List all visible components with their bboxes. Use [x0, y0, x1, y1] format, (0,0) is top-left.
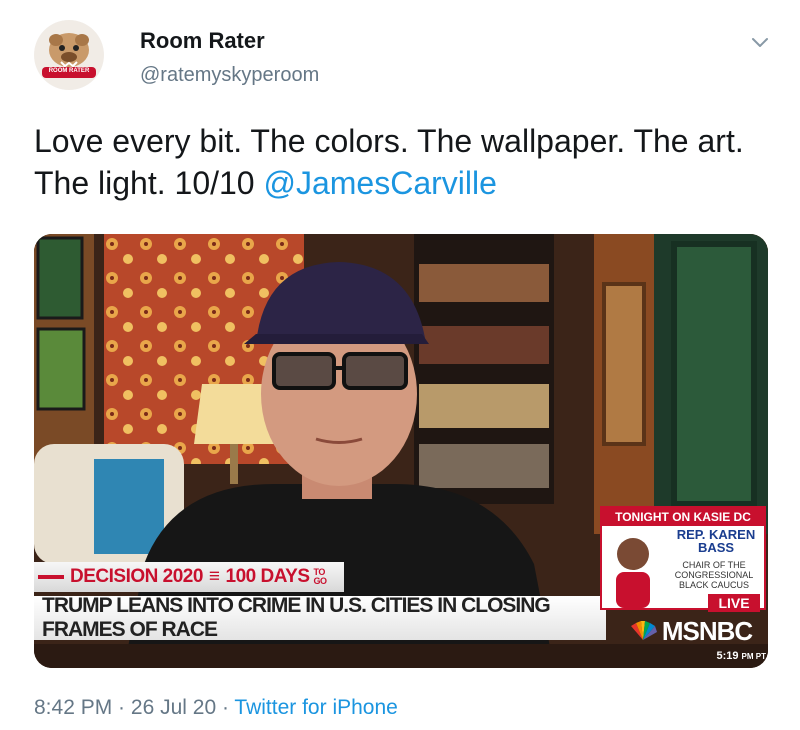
promo-sub: CHAIR OF THE CONGRESSIONAL BLACK CAUCUS — [674, 560, 754, 590]
network-logo: MSNBC — [610, 614, 768, 648]
avatar-banner-text: ROOM RATER — [48, 68, 90, 74]
chyron-headline: TRUMP LEANS INTO CRIME IN U.S. CITIES IN… — [34, 594, 606, 641]
author-handle[interactable]: @ratemyskyperoom — [140, 64, 319, 87]
clock-time: 5:19 — [716, 650, 739, 662]
promo-header: TONIGHT ON KASIE DC — [602, 508, 764, 526]
chyron-days: 100 DAYS — [225, 566, 311, 587]
tweet-meta: 8:42 PM · 26 Jul 20 · Twitter for iPhone — [34, 696, 398, 720]
meta-separator: · — [112, 696, 131, 719]
network-name: MSNBC — [661, 615, 753, 646]
chyron-flag-icon — [38, 575, 64, 579]
chevron-down-icon[interactable] — [748, 30, 772, 54]
promo-name: REP. KAREN BASS — [676, 527, 756, 555]
tweet-media-photo[interactable]: DECISION 2020 ≡ 100 DAYS TO GO TRUMP LEA… — [34, 234, 768, 668]
chyron-decision: DECISION 2020 — [70, 566, 203, 587]
avatar[interactable]: ROOM RATER — [34, 20, 104, 90]
tweet-text: Love every bit. The colors. The wallpape… — [34, 120, 764, 204]
peacock-icon — [630, 621, 657, 640]
live-badge: LIVE — [708, 594, 760, 612]
tweet-source-link[interactable]: Twitter for iPhone — [234, 696, 397, 719]
bulldog-logo-icon — [34, 20, 104, 90]
chyron-top: DECISION 2020 ≡ 100 DAYS TO GO — [34, 562, 344, 592]
mention-link[interactable]: @JamesCarville — [263, 165, 496, 201]
meta-separator: · — [216, 696, 235, 719]
chyron-days-suffix: TO GO — [313, 567, 328, 586]
guest-portrait-icon — [616, 538, 650, 608]
tweet-date[interactable]: 26 Jul 20 — [131, 696, 216, 719]
tweet-time[interactable]: 8:42 PM — [34, 696, 112, 719]
clock-suffix: PM PT — [741, 652, 766, 661]
broadcast-clock: 5:19 PM PT — [702, 650, 766, 664]
author-name[interactable]: Room Rater — [140, 28, 265, 54]
